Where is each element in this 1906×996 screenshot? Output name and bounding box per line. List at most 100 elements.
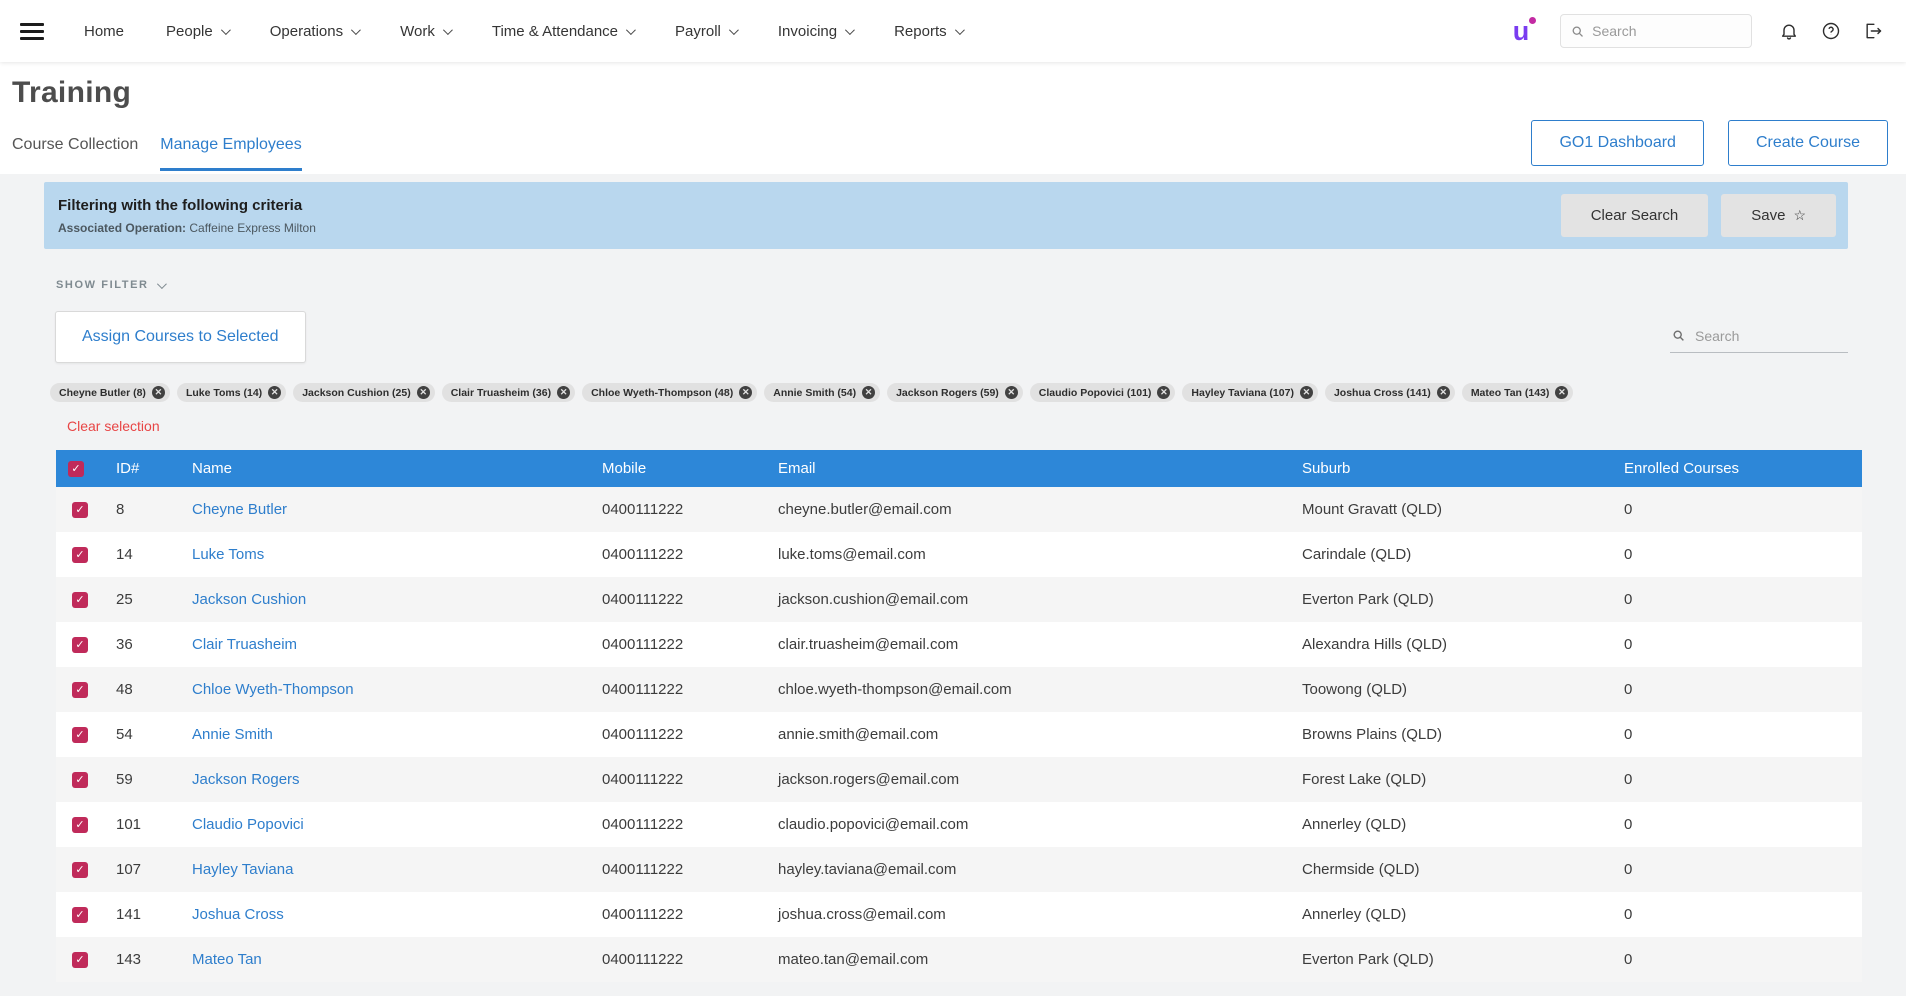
row-checkbox[interactable]: ✓ <box>72 502 88 518</box>
hamburger-menu-icon[interactable] <box>20 19 44 44</box>
employee-name-link[interactable]: Cheyne Butler <box>192 501 287 518</box>
row-checkbox[interactable]: ✓ <box>72 907 88 923</box>
col-header-enrolled-courses[interactable]: Enrolled Courses <box>1612 450 1862 487</box>
show-filter-toggle[interactable]: SHOW FILTER <box>56 279 164 291</box>
cell-id: 8 <box>104 487 180 532</box>
nav-item-home[interactable]: Home <box>84 23 124 40</box>
remove-chip-icon[interactable]: ✕ <box>862 386 875 399</box>
select-all-checkbox[interactable]: ✓ <box>68 461 84 477</box>
employee-name-link[interactable]: Luke Toms <box>192 546 264 563</box>
cell-id: 143 <box>104 937 180 982</box>
employee-chip-cheyne-butler-8: Cheyne Butler (8) ✕ <box>50 383 170 402</box>
clear-search-button[interactable]: Clear Search <box>1561 194 1709 237</box>
row-checkbox[interactable]: ✓ <box>72 952 88 968</box>
col-header-name[interactable]: Name <box>180 450 590 487</box>
nav-item-time-attendance[interactable]: Time & Attendance <box>492 23 633 40</box>
tabs: Course Collection Manage Employees <box>12 124 302 171</box>
chevron-down-icon <box>157 279 167 289</box>
cell-id: 141 <box>104 892 180 937</box>
remove-chip-icon[interactable]: ✕ <box>152 386 165 399</box>
employee-name-link[interactable]: Joshua Cross <box>192 906 284 923</box>
cell-id: 14 <box>104 532 180 577</box>
cell-email: annie.smith@email.com <box>766 712 1290 757</box>
employee-chip-hayley-taviana-107: Hayley Taviana (107) ✕ <box>1182 383 1318 402</box>
remove-chip-icon[interactable]: ✕ <box>1005 386 1018 399</box>
employee-name-link[interactable]: Jackson Cushion <box>192 591 306 608</box>
cell-id: 101 <box>104 802 180 847</box>
bell-icon[interactable] <box>1778 20 1800 42</box>
star-icon: ☆ <box>1793 207 1806 224</box>
employee-name-link[interactable]: Mateo Tan <box>192 951 262 968</box>
employee-name-link[interactable]: Hayley Taviana <box>192 861 293 878</box>
remove-chip-icon[interactable]: ✕ <box>1555 386 1568 399</box>
row-checkbox[interactable]: ✓ <box>72 772 88 788</box>
col-header-suburb[interactable]: Suburb <box>1290 450 1612 487</box>
col-header-mobile[interactable]: Mobile <box>590 450 766 487</box>
nav-item-payroll[interactable]: Payroll <box>675 23 736 40</box>
row-checkbox[interactable]: ✓ <box>72 592 88 608</box>
row-checkbox[interactable]: ✓ <box>72 817 88 833</box>
assign-courses-button[interactable]: Assign Courses to Selected <box>55 311 306 363</box>
cell-mobile: 0400111222 <box>590 667 766 712</box>
row-checkbox[interactable]: ✓ <box>72 727 88 743</box>
row-checkbox[interactable]: ✓ <box>72 862 88 878</box>
main-nav: Home People Operations Work Time & Atten… <box>84 23 962 40</box>
tab-course-collection[interactable]: Course Collection <box>12 124 138 171</box>
save-filter-button[interactable]: Save ☆ <box>1721 194 1836 237</box>
remove-chip-icon[interactable]: ✕ <box>557 386 570 399</box>
cell-enrolled-courses: 0 <box>1612 712 1862 757</box>
cell-name: Hayley Taviana <box>180 847 590 892</box>
cell-email: chloe.wyeth-thompson@email.com <box>766 667 1290 712</box>
remove-chip-icon[interactable]: ✕ <box>268 386 281 399</box>
remove-chip-icon[interactable]: ✕ <box>1437 386 1450 399</box>
cell-email: claudio.popovici@email.com <box>766 802 1290 847</box>
global-search-input[interactable] <box>1592 23 1741 39</box>
table-row: ✓ 141 Joshua Cross 0400111222 joshua.cro… <box>56 892 1862 937</box>
clear-selection-link[interactable]: Clear selection <box>67 418 160 434</box>
remove-chip-icon[interactable]: ✕ <box>739 386 752 399</box>
employee-name-link[interactable]: Jackson Rogers <box>192 771 300 788</box>
criteria-value: Caffeine Express Milton <box>189 221 316 235</box>
cell-enrolled-courses: 0 <box>1612 622 1862 667</box>
tab-manage-employees[interactable]: Manage Employees <box>160 124 301 171</box>
nav-item-operations[interactable]: Operations <box>270 23 358 40</box>
remove-chip-icon[interactable]: ✕ <box>1300 386 1313 399</box>
cell-suburb: Alexandra Hills (QLD) <box>1290 622 1612 667</box>
employee-name-link[interactable]: Chloe Wyeth-Thompson <box>192 681 354 698</box>
row-checkbox[interactable]: ✓ <box>72 682 88 698</box>
employee-chip-jackson-cushion-25: Jackson Cushion (25) ✕ <box>293 383 435 402</box>
cell-suburb: Annerley (QLD) <box>1290 802 1612 847</box>
employee-name-link[interactable]: Clair Truasheim <box>192 636 297 653</box>
row-checkbox[interactable]: ✓ <box>72 547 88 563</box>
brand-logo[interactable]: u <box>1508 18 1534 45</box>
nav-item-work[interactable]: Work <box>400 23 450 40</box>
global-search[interactable] <box>1560 14 1752 48</box>
table-search-input[interactable] <box>1695 328 1846 344</box>
nav-item-reports[interactable]: Reports <box>894 23 962 40</box>
help-icon[interactable] <box>1820 20 1842 42</box>
employee-chip-claudio-popovici-101: Claudio Popovici (101) ✕ <box>1030 383 1176 402</box>
cell-mobile: 0400111222 <box>590 802 766 847</box>
nav-item-people[interactable]: People <box>166 23 228 40</box>
cell-name: Chloe Wyeth-Thompson <box>180 667 590 712</box>
employee-name-link[interactable]: Claudio Popovici <box>192 816 304 833</box>
remove-chip-icon[interactable]: ✕ <box>1157 386 1170 399</box>
create-course-button[interactable]: Create Course <box>1728 120 1888 166</box>
table-row: ✓ 48 Chloe Wyeth-Thompson 0400111222 chl… <box>56 667 1862 712</box>
remove-chip-icon[interactable]: ✕ <box>417 386 430 399</box>
top-navbar: Home People Operations Work Time & Atten… <box>0 0 1906 62</box>
employee-name-link[interactable]: Annie Smith <box>192 726 273 743</box>
search-icon <box>1571 24 1584 39</box>
col-header-id[interactable]: ID# <box>104 450 180 487</box>
page-title: Training <box>12 76 1894 110</box>
logout-icon[interactable] <box>1862 20 1884 42</box>
filter-banner-title: Filtering with the following criteria <box>58 197 316 214</box>
col-header-email[interactable]: Email <box>766 450 1290 487</box>
employees-table: ✓ ID# Name Mobile Email Suburb Enrolled … <box>56 450 1862 982</box>
table-search[interactable] <box>1670 322 1848 353</box>
go1-dashboard-button[interactable]: GO1 Dashboard <box>1531 120 1704 166</box>
cell-id: 36 <box>104 622 180 667</box>
nav-item-invoicing[interactable]: Invoicing <box>778 23 852 40</box>
row-checkbox[interactable]: ✓ <box>72 637 88 653</box>
employee-chip-clair-truasheim-36: Clair Truasheim (36) ✕ <box>442 383 575 402</box>
